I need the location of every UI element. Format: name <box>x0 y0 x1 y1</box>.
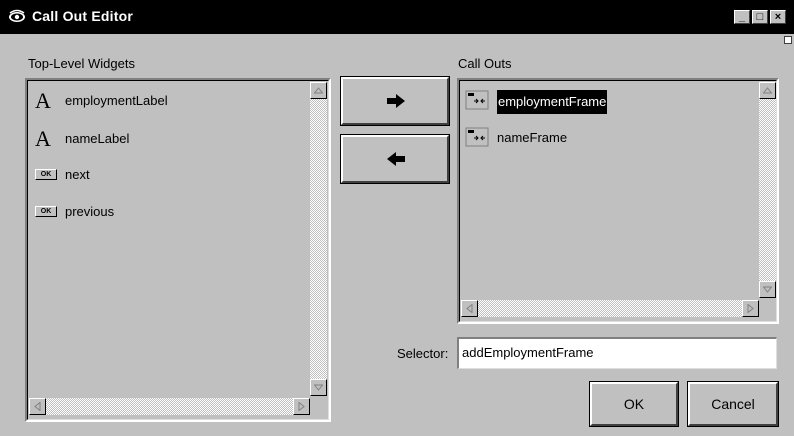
left-arrow-icon <box>466 304 473 313</box>
ok-button-icon: OK <box>35 206 57 217</box>
call-out-editor-window: Call Out Editor _ □ × Top-Level Widgets … <box>0 0 794 436</box>
resize-grip[interactable] <box>784 36 792 44</box>
right-horizontal-scrollbar[interactable] <box>461 300 759 317</box>
scroll-down-button[interactable] <box>759 281 776 298</box>
up-arrow-icon <box>763 87 772 94</box>
cancel-button[interactable]: Cancel <box>687 381 779 427</box>
list-item-label: nameLabel <box>65 131 130 146</box>
frame-icon <box>465 127 489 147</box>
list-item-label: employmentFrame <box>497 90 608 114</box>
scroll-up-button[interactable] <box>310 82 327 99</box>
scroll-right-button[interactable] <box>742 300 759 317</box>
call-outs-list[interactable]: employmentFrame nameFrame <box>457 78 779 324</box>
right-arrow-icon <box>387 94 405 108</box>
down-arrow-icon <box>763 286 772 293</box>
list-item-label: employmentLabel <box>65 93 168 108</box>
frame-icon <box>465 90 489 110</box>
left-arrow-icon <box>34 402 41 411</box>
right-arrow-icon <box>298 402 305 411</box>
list-item-label: next <box>65 167 90 182</box>
selector-input[interactable]: addEmploymentFrame <box>457 337 777 369</box>
list-item-label: previous <box>65 204 115 219</box>
scroll-down-button[interactable] <box>310 379 327 396</box>
scroll-left-button[interactable] <box>461 300 478 317</box>
title-bar[interactable]: Call Out Editor _ □ × <box>0 0 794 34</box>
selector-label: Selector: <box>397 346 449 361</box>
call-outs-label: Call Outs <box>458 56 512 71</box>
maximize-button[interactable]: □ <box>752 10 768 24</box>
scroll-right-button[interactable] <box>293 398 310 415</box>
ok-button[interactable]: OK <box>589 381 679 427</box>
add-callout-button[interactable] <box>340 76 450 126</box>
right-arrow-icon <box>747 304 754 313</box>
up-arrow-icon <box>314 87 323 94</box>
selector-value: addEmploymentFrame <box>462 345 594 360</box>
down-arrow-icon <box>314 384 323 391</box>
label-icon: A <box>35 88 51 113</box>
top-level-widgets-label: Top-Level Widgets <box>28 56 135 71</box>
left-vertical-scrollbar[interactable] <box>310 82 327 396</box>
left-horizontal-scrollbar[interactable] <box>29 398 310 415</box>
scroll-up-button[interactable] <box>759 82 776 99</box>
list-item-label: nameFrame <box>497 130 568 145</box>
label-icon: A <box>35 126 51 151</box>
minimize-button[interactable]: _ <box>734 10 750 24</box>
scroll-left-button[interactable] <box>29 398 46 415</box>
eye-icon <box>9 9 25 22</box>
top-level-widgets-list[interactable]: A employmentLabel A nameLabel OK next OK… <box>25 78 331 422</box>
right-vertical-scrollbar[interactable] <box>759 82 776 298</box>
window-title: Call Out Editor <box>32 8 133 24</box>
left-arrow-icon <box>387 152 405 166</box>
remove-callout-button[interactable] <box>340 134 450 184</box>
close-button[interactable]: × <box>770 10 786 24</box>
ok-button-icon: OK <box>35 169 57 180</box>
